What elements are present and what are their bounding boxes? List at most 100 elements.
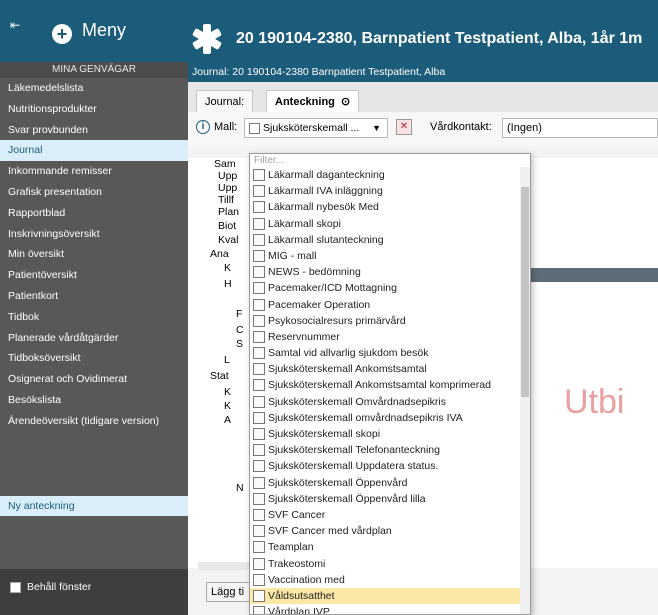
tree-item[interactable]: A (224, 414, 231, 426)
sidebar-item[interactable]: Besökslista (0, 390, 188, 411)
sidebar-item[interactable]: Inkommande remisser (0, 161, 188, 182)
template-option-label: Läkarmall skopi (268, 217, 341, 230)
sidebar-item[interactable]: Inskrivningsöversikt (0, 224, 188, 245)
template-option[interactable]: Våldsutsatthet (250, 587, 530, 605)
sidebar-item[interactable]: Ärendeöversikt (tidigare version) (0, 411, 188, 432)
tree-item[interactable]: S (236, 338, 243, 350)
template-option[interactable]: NEWS - bedömning (250, 264, 530, 280)
sidebar-item[interactable]: Läkemedelslista (0, 78, 188, 99)
tree-item[interactable]: Tillf (218, 194, 234, 206)
template-option[interactable]: Teamplan (250, 539, 530, 555)
template-option[interactable]: Sjuksköterskemall Ankomstsamtal (250, 361, 530, 377)
template-option[interactable]: Sjuksköterskemall Omvårdnadsepikris (250, 394, 530, 410)
top-bar: ⇤ + Meny 20 190104-2380, Barnpatient Tes… (0, 0, 658, 62)
template-option[interactable]: Sjuksköterskemall Öppenvård lilla (250, 491, 530, 507)
dropdown-scrollbar[interactable] (520, 167, 530, 614)
tree-item[interactable]: Kval (218, 234, 238, 246)
template-option[interactable]: Sjuksköterskemall omvårdnadsepikris IVA (250, 410, 530, 426)
tree-item[interactable]: K (224, 386, 231, 398)
sidebar-item[interactable]: Journal (0, 140, 188, 162)
template-option[interactable]: Pacemaker Operation (250, 297, 530, 313)
sidebar-item[interactable]: Min översikt (0, 244, 188, 265)
template-option[interactable]: SVF Cancer (250, 507, 530, 523)
sidebar-item[interactable]: Svar provbunden (0, 120, 188, 141)
tree-item[interactable]: Sam (214, 158, 236, 170)
template-option[interactable]: Läkarmall daganteckning (250, 167, 530, 183)
template-option[interactable]: Reservnummer (250, 329, 530, 345)
vardkontakt-select[interactable]: (Ingen) (502, 118, 658, 138)
sidebar-item[interactable]: Tidboksöversikt (0, 348, 188, 369)
template-option-label: Sjuksköterskemall skopi (268, 428, 381, 440)
document-icon (253, 395, 265, 408)
info-icon[interactable]: i (196, 120, 210, 134)
template-option[interactable]: Vårdplan IVP (250, 604, 530, 615)
checkbox[interactable] (10, 581, 21, 593)
tree-item[interactable]: L (224, 354, 230, 366)
template-option[interactable]: Sjuksköterskemall Ankomstsamtal komprime… (250, 377, 530, 393)
template-option-label: Psykosocialresurs primärvård (268, 314, 406, 327)
tab-journal-label: Journal: (205, 96, 245, 108)
template-select-value: Sjuksköterskemall ... (263, 122, 360, 134)
sidebar-item[interactable]: Patientkort (0, 286, 188, 307)
template-option[interactable]: Sjuksköterskemall skopi (250, 426, 530, 442)
template-option-label: Pacemaker Operation (268, 298, 371, 311)
template-option[interactable]: Samtal vid allvarlig sjukdom besök (250, 345, 530, 361)
template-option-label: Trakeostomi (268, 557, 326, 570)
keep-window-toggle[interactable]: Behåll fönster (10, 581, 91, 593)
menu-button-label[interactable]: Meny (82, 20, 126, 41)
tree-item[interactable]: Ana (210, 248, 229, 260)
document-icon (253, 460, 265, 473)
template-option-label: NEWS - bedömning (268, 266, 361, 279)
plus-icon[interactable]: + (52, 24, 72, 44)
tree-item[interactable]: Upp (218, 182, 237, 194)
template-option[interactable]: Sjuksköterskemall Uppdatera status. (250, 458, 530, 474)
tree-item[interactable]: H (224, 278, 232, 290)
template-option[interactable]: Läkarmall IVA inläggning (250, 183, 530, 199)
sidebar-item[interactable]: Grafisk presentation (0, 182, 188, 203)
tree-item[interactable]: F (236, 308, 242, 320)
template-option[interactable]: Vaccination med (250, 572, 530, 588)
template-option[interactable]: Läkarmall skopi (250, 216, 530, 232)
collapse-arrow-icon[interactable]: ⇤ (10, 18, 20, 32)
tree-item[interactable]: Upp (218, 170, 237, 182)
tree-item[interactable]: Plan (218, 206, 239, 218)
scrollbar-thumb[interactable] (521, 187, 529, 397)
template-option[interactable]: Pacemaker/ICD Mottagning (250, 280, 530, 296)
template-option[interactable]: Psykosocialresurs primärvård (250, 313, 530, 329)
dropdown-arrow-icon[interactable]: ▼ (372, 119, 381, 137)
sidebar-item[interactable]: Rapportblad (0, 203, 188, 224)
tab-journal[interactable]: Journal: (196, 90, 254, 112)
template-option-label: Sjuksköterskemall Ankomstsamtal (268, 363, 427, 376)
template-option[interactable]: SVF Cancer med vårdplan (250, 523, 530, 539)
new-note-item[interactable]: Ny anteckning (0, 496, 188, 516)
template-option-label: Pacemaker/ICD Mottagning (268, 282, 397, 295)
template-options: Läkarmall daganteckning Läkarmall IVA inl… (250, 167, 530, 615)
tree-item[interactable]: K (224, 400, 231, 412)
tree-item[interactable]: Biot (218, 220, 236, 232)
template-option-label: Vaccination med (268, 573, 345, 586)
template-option-label: SVF Cancer med vårdplan (268, 525, 392, 538)
template-option[interactable]: Läkarmall nybesök Med (250, 199, 530, 215)
tree-item[interactable]: Stat (210, 370, 229, 382)
document-icon (253, 169, 265, 181)
template-option[interactable]: Sjuksköterskemall Telefonanteckning (250, 442, 530, 458)
template-option[interactable]: MIG - mall (250, 248, 530, 264)
template-option[interactable]: Sjuksköterskemall Öppenvård (250, 475, 530, 491)
tree-item[interactable]: C (236, 324, 244, 336)
tree-item[interactable]: K (224, 262, 231, 274)
tab-note[interactable]: Anteckning ⊙ (266, 90, 360, 112)
sidebar-item[interactable]: Tidbok (0, 307, 188, 328)
document-icon (253, 347, 265, 360)
filter-input[interactable]: Filter... (250, 154, 530, 167)
sidebar-item[interactable]: Osignerat och Ovidimerat (0, 369, 188, 390)
template-option-label: Vårdplan IVP (268, 606, 330, 615)
template-option[interactable]: Läkarmall slutanteckning (250, 232, 530, 248)
tab-expand-icon[interactable]: ⊙ (338, 96, 350, 108)
tree-item[interactable]: N (236, 482, 244, 494)
template-select[interactable]: Sjuksköterskemall ... ▼ (244, 118, 388, 138)
template-action-icon[interactable]: ✕ (396, 119, 412, 135)
sidebar-item[interactable]: Patientöversikt (0, 265, 188, 286)
template-option[interactable]: Trakeostomi (250, 556, 530, 572)
sidebar-item[interactable]: Nutritionsprodukter (0, 99, 188, 120)
sidebar-item[interactable]: Planerade vårdåtgärder (0, 328, 188, 349)
